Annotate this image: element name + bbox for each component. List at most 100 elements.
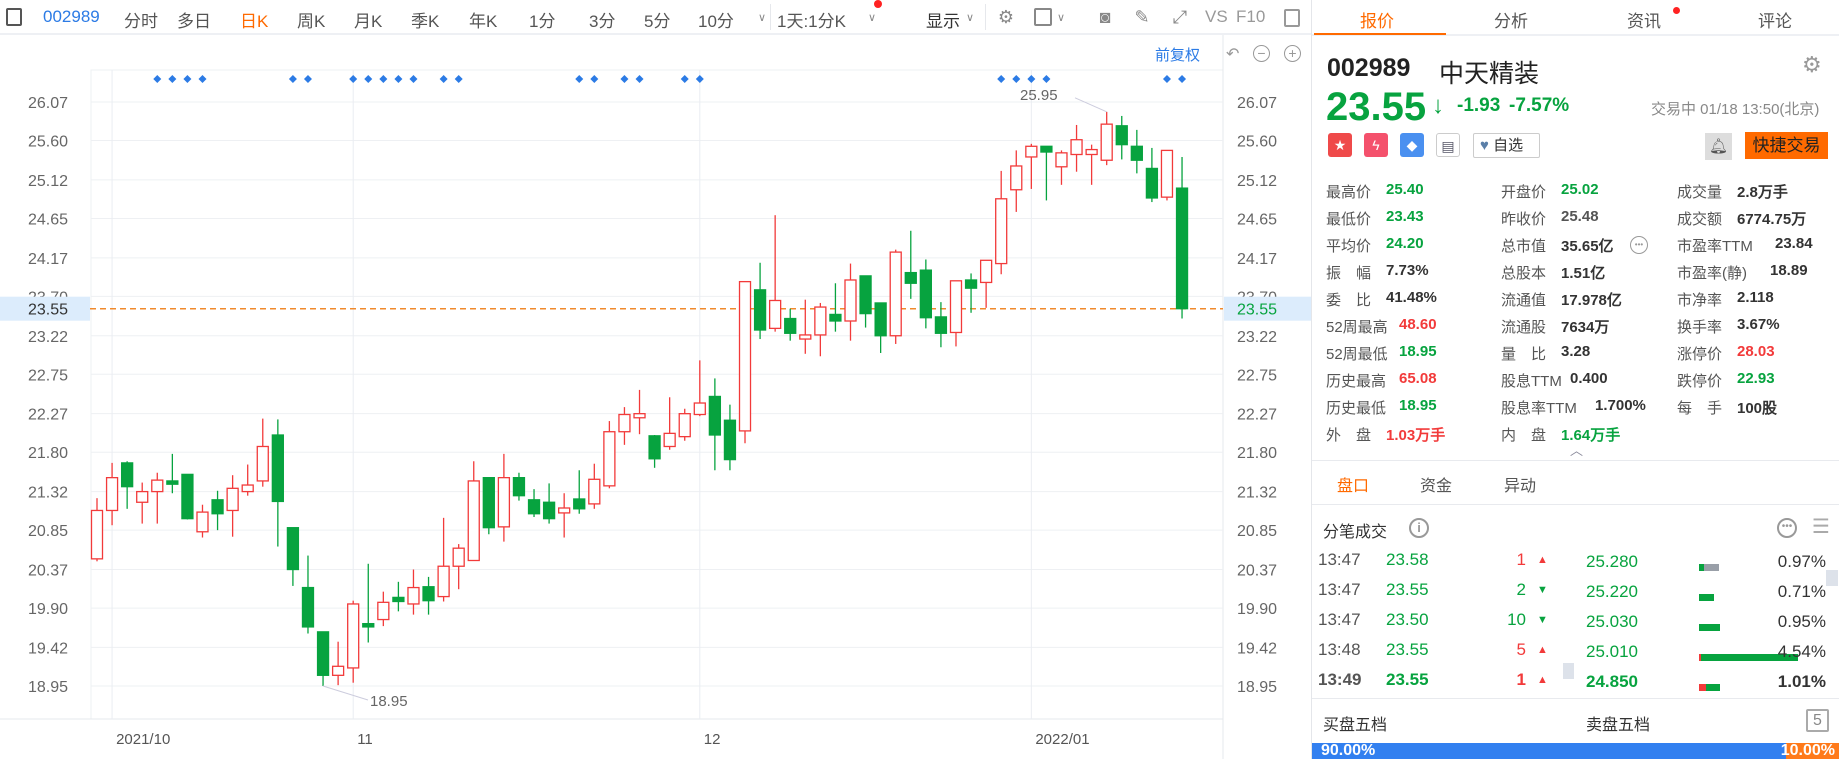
- candle-body[interactable]: [542, 501, 556, 520]
- event-marker-icon[interactable]: [680, 75, 689, 83]
- subtab-movement[interactable]: 异动: [1504, 472, 1536, 496]
- candle-body[interactable]: [814, 306, 827, 336]
- candle-body[interactable]: [377, 601, 390, 621]
- candle-body[interactable]: [889, 251, 902, 337]
- candle-body[interactable]: [603, 431, 616, 487]
- candle-body[interactable]: [105, 477, 119, 512]
- candle-body[interactable]: [633, 413, 646, 419]
- candle-body[interactable]: [1085, 148, 1098, 156]
- candle-body[interactable]: [136, 490, 149, 503]
- candle-body[interactable]: [1175, 187, 1189, 310]
- candle-body[interactable]: [723, 419, 737, 461]
- candle-body[interactable]: [648, 435, 661, 460]
- candle-body[interactable]: [1130, 145, 1143, 161]
- alert-bell-icon[interactable]: 🔔︎: [1705, 133, 1732, 160]
- tab-comments[interactable]: 评论: [1758, 7, 1792, 32]
- candle-body[interactable]: [964, 279, 978, 289]
- candle-body[interactable]: [1055, 152, 1068, 168]
- candle-body[interactable]: [829, 313, 842, 322]
- candle-body[interactable]: [919, 269, 932, 319]
- candle-body[interactable]: [196, 511, 209, 533]
- candle-body[interactable]: [482, 477, 495, 529]
- candle-body[interactable]: [407, 586, 420, 605]
- more-icon[interactable]: •••: [1777, 518, 1797, 538]
- candle-body[interactable]: [784, 317, 797, 334]
- list-icon[interactable]: ☰: [1812, 514, 1830, 539]
- event-marker-icon[interactable]: [439, 75, 448, 83]
- event-marker-icon[interactable]: [394, 75, 403, 83]
- add-watchlist-button[interactable]: ♥ 自选: [1473, 133, 1540, 158]
- candle-body[interactable]: [1010, 165, 1023, 191]
- candle-body[interactable]: [166, 480, 179, 485]
- flash-icon[interactable]: ϟ: [1364, 133, 1388, 157]
- candle-body[interactable]: [347, 603, 360, 669]
- candle-body[interactable]: [256, 445, 269, 482]
- candle-body[interactable]: [467, 480, 480, 562]
- event-marker-icon[interactable]: [303, 75, 312, 83]
- candle-body[interactable]: [241, 484, 254, 493]
- event-marker-icon[interactable]: [198, 75, 207, 83]
- candle-body[interactable]: [1025, 145, 1038, 158]
- candle-body[interactable]: [120, 462, 134, 488]
- candle-body[interactable]: [979, 259, 993, 284]
- info-icon[interactable]: i: [1409, 518, 1429, 538]
- event-marker-icon[interactable]: [635, 75, 644, 83]
- candle-body[interactable]: [573, 498, 586, 510]
- candle-body[interactable]: [512, 477, 526, 497]
- event-marker-icon[interactable]: [409, 75, 418, 83]
- candle-body[interactable]: [738, 280, 752, 432]
- candle-body[interactable]: [1115, 125, 1128, 146]
- tab-quote[interactable]: 报价: [1360, 7, 1394, 32]
- event-marker-icon[interactable]: [168, 75, 177, 83]
- tab-news[interactable]: 资讯: [1627, 7, 1661, 32]
- candle-body[interactable]: [316, 631, 330, 676]
- candle-body[interactable]: [497, 477, 511, 528]
- candle-body[interactable]: [995, 198, 1008, 265]
- event-marker-icon[interactable]: [379, 75, 388, 83]
- event-marker-icon[interactable]: [1042, 75, 1051, 83]
- candle-body[interactable]: [271, 434, 284, 503]
- candle-body[interactable]: [527, 499, 541, 515]
- event-marker-icon[interactable]: [1027, 75, 1036, 83]
- candle-body[interactable]: [151, 479, 164, 493]
- candle-body[interactable]: [708, 395, 722, 436]
- tab-analysis[interactable]: 分析: [1494, 7, 1528, 32]
- candle-body[interactable]: [874, 302, 887, 337]
- dist-scrollbar[interactable]: [1826, 570, 1838, 586]
- event-marker-icon[interactable]: [1178, 75, 1187, 83]
- event-marker-icon[interactable]: [575, 75, 584, 83]
- tag-icon[interactable]: ◆: [1400, 133, 1424, 157]
- candle-body[interactable]: [1070, 139, 1083, 156]
- event-marker-icon[interactable]: [288, 75, 297, 83]
- event-marker-icon[interactable]: [153, 75, 162, 83]
- event-marker-icon[interactable]: [183, 75, 192, 83]
- market-cap-more-icon[interactable]: •••: [1630, 236, 1648, 254]
- candle-body[interactable]: [181, 473, 194, 520]
- event-marker-icon[interactable]: [590, 75, 599, 83]
- panel-settings-gear-icon[interactable]: ⚙: [1802, 52, 1822, 78]
- event-marker-icon[interactable]: [620, 75, 629, 83]
- event-marker-icon[interactable]: [349, 75, 358, 83]
- candle-body[interactable]: [226, 487, 239, 512]
- event-marker-icon[interactable]: [695, 75, 704, 83]
- candle-body[interactable]: [693, 402, 706, 416]
- candle-body[interactable]: [618, 413, 631, 433]
- candle-body[interactable]: [301, 586, 315, 628]
- event-marker-icon[interactable]: [1162, 75, 1171, 83]
- candle-body[interactable]: [663, 432, 676, 448]
- event-marker-icon[interactable]: [364, 75, 373, 83]
- candle-body[interactable]: [422, 586, 435, 602]
- candle-body[interactable]: [211, 499, 224, 515]
- quick-trade-button[interactable]: 快捷交易: [1745, 132, 1828, 159]
- candle-body[interactable]: [799, 334, 812, 340]
- event-marker-icon[interactable]: [1012, 75, 1021, 83]
- candle-body[interactable]: [769, 299, 782, 330]
- candle-body[interactable]: [1100, 123, 1113, 161]
- candle-body[interactable]: [437, 565, 450, 598]
- subtab-capital[interactable]: 资金: [1420, 472, 1452, 496]
- candle-body[interactable]: [904, 271, 917, 284]
- candle-body[interactable]: [90, 509, 104, 560]
- levels-toggle-button[interactable]: 5: [1806, 709, 1829, 732]
- candle-body[interactable]: [934, 316, 948, 334]
- subtab-orderbook[interactable]: 盘口: [1337, 472, 1369, 496]
